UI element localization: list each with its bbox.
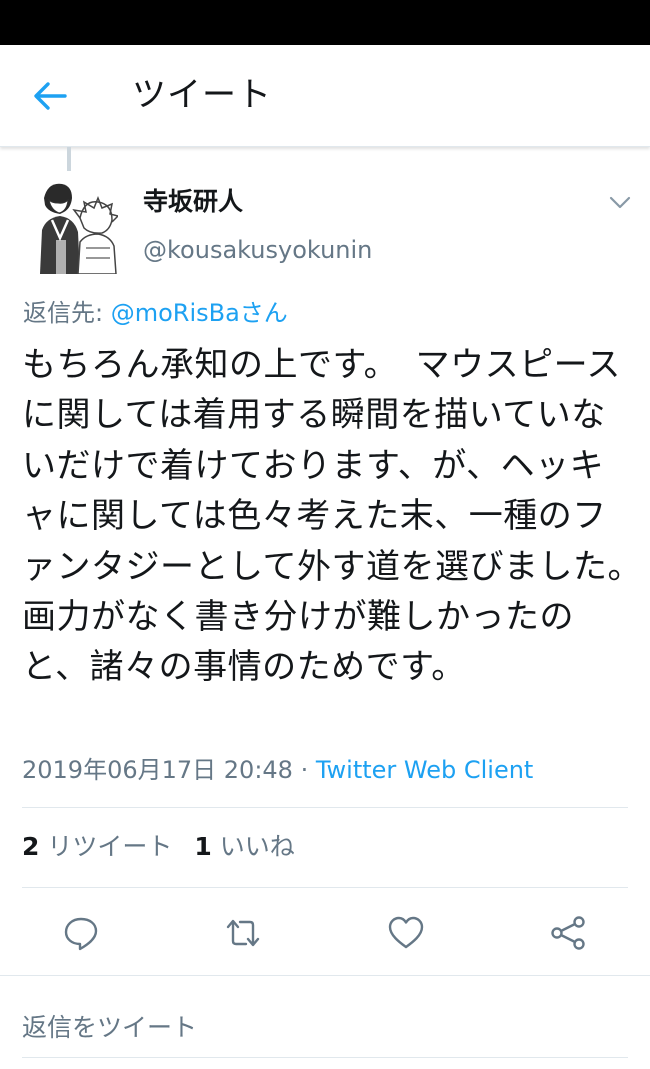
retweets-stat[interactable]: 2 リツイート <box>22 832 172 861</box>
likes-label: いいね <box>211 832 295 861</box>
tweet-timestamp[interactable]: 2019年06月17日 20:48 <box>22 756 293 784</box>
tweet-text: もちろん承知の上です。 マウスピースに関しては着用する瞬間を描いていないだけで着… <box>22 345 625 688</box>
tweet-metadata: 2019年06月17日 20:48 · Twitter Web Client <box>22 753 533 787</box>
tweet-client-link[interactable]: Twitter Web Client <box>316 756 534 784</box>
share-icon <box>551 916 585 950</box>
arrow-left-icon <box>34 82 67 110</box>
reply-tweet-input[interactable]: 返信をツイート <box>22 1010 628 1046</box>
retweets-count: 2 <box>22 832 40 861</box>
like-button[interactable] <box>384 911 428 955</box>
chevron-down-icon <box>609 196 631 209</box>
thread-connector <box>67 147 71 171</box>
reply-prefix: 返信先: <box>23 299 111 327</box>
back-button[interactable] <box>26 75 74 117</box>
retweets-label: リツイート <box>39 832 173 861</box>
share-button[interactable] <box>546 911 590 955</box>
page-title: ツイート <box>132 75 272 115</box>
likes-count: 1 <box>194 832 212 861</box>
reply-mention-link[interactable]: @moRisBaさん <box>111 299 288 327</box>
avatar-illustration <box>34 178 118 274</box>
retweet-button[interactable] <box>221 911 265 955</box>
top-app-bar: ツイート <box>0 45 650 147</box>
reply-context: 返信先: @moRisBaさん <box>23 296 288 330</box>
divider <box>22 887 628 888</box>
likes-stat[interactable]: 1 いいね <box>194 832 294 861</box>
tweet-menu-button[interactable] <box>602 188 638 218</box>
display-name[interactable]: 寺坂研人 <box>143 185 243 219</box>
meta-separator: · <box>292 756 316 784</box>
tweet-stats: 2 リツイート 1 いいね <box>22 830 317 864</box>
avatar[interactable] <box>34 178 118 274</box>
divider <box>22 807 628 808</box>
retweet-icon <box>226 919 260 947</box>
divider <box>0 975 650 976</box>
status-bar <box>0 0 650 45</box>
user-handle[interactable]: @kousakusyokunin <box>143 234 372 266</box>
divider <box>22 1057 628 1058</box>
reply-button[interactable] <box>59 911 103 955</box>
reply-icon <box>64 917 98 951</box>
like-icon <box>388 916 424 949</box>
